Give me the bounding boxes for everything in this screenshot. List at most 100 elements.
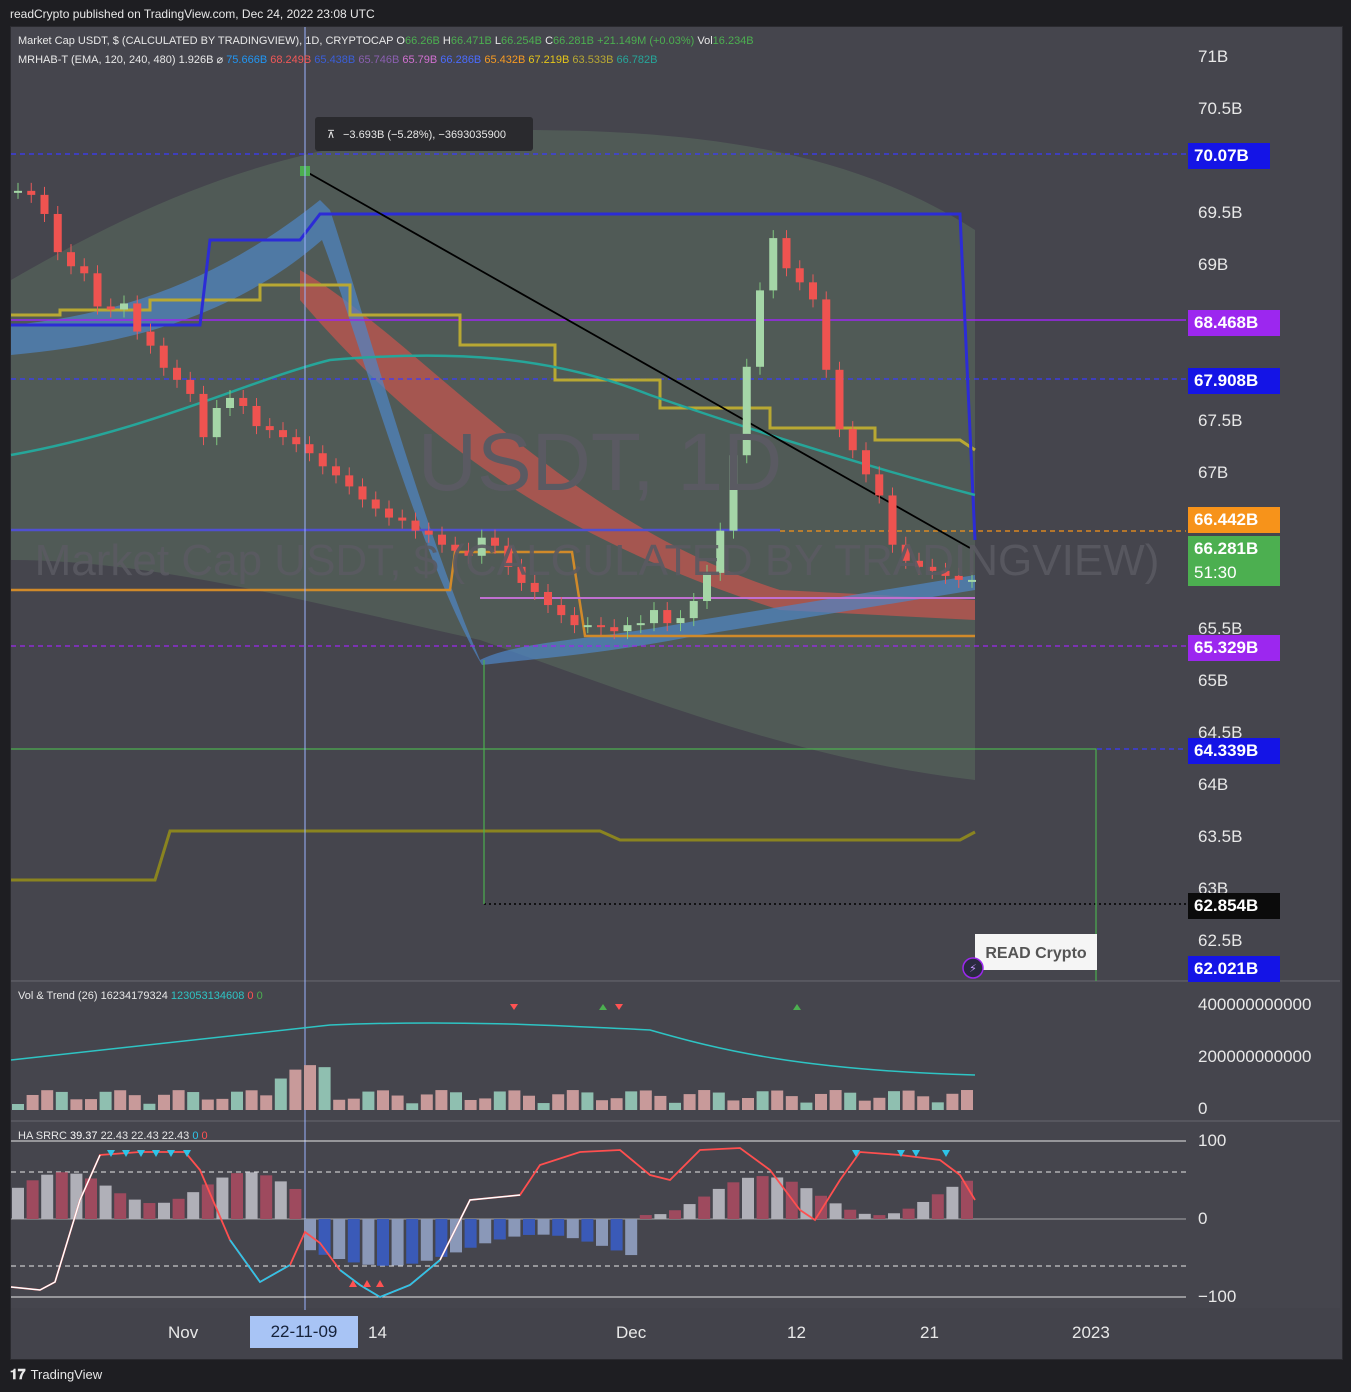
time-label-2023: 2023 (1072, 1323, 1110, 1342)
ha-bar (289, 1188, 302, 1219)
volume-bar (858, 1100, 871, 1110)
change-value: +21.149M (+0.03%) (597, 35, 695, 47)
volume-bar (41, 1090, 54, 1110)
candle (14, 190, 22, 193)
candle (848, 429, 857, 451)
ha-bar (858, 1213, 871, 1219)
volume-bar (712, 1092, 725, 1110)
candle (636, 623, 645, 626)
volume-bar (888, 1091, 900, 1110)
time-label-14: 14 (368, 1323, 387, 1342)
candle (120, 303, 128, 310)
ha-bar (610, 1219, 623, 1251)
ha-tick-100: 100 (1198, 1131, 1227, 1150)
ha-bar (406, 1219, 419, 1264)
ha-bar (537, 1219, 550, 1235)
ha-legend[interactable]: HA SRRC 39.37 22.43 22.43 22.43 0 0 (18, 1130, 208, 1142)
ha-bar (391, 1219, 404, 1266)
ha-bar (552, 1219, 565, 1236)
price-tick-4: 67.5B (1198, 411, 1243, 430)
volume-legend[interactable]: Vol & Trend (26) 16234179324 12305313460… (18, 990, 263, 1002)
volume-bar (216, 1098, 229, 1110)
volume-bar (435, 1090, 448, 1110)
candle (53, 213, 62, 253)
ha-bar (873, 1215, 886, 1219)
candle (875, 474, 884, 496)
volume-bar (961, 1090, 973, 1110)
candle (292, 437, 301, 445)
ha-v4: 22.43 (161, 1130, 190, 1142)
candle (67, 252, 75, 267)
vol-label: Vol (697, 35, 713, 47)
candle (265, 426, 274, 431)
price-tick-7: 65B (1198, 671, 1229, 690)
measure-tooltip-text: −3.693B (−5.28%), −3693035900 (343, 129, 506, 141)
volume-bar (639, 1090, 652, 1110)
volume-bar (362, 1091, 375, 1110)
volume-bar (406, 1103, 419, 1110)
candle (398, 517, 407, 521)
volume-bar (464, 1099, 477, 1110)
volume-v4: 0 (256, 990, 263, 1002)
time-label-21: 21 (920, 1323, 939, 1342)
price-tick-0: 71B (1198, 47, 1229, 66)
lightning-glyph: ⚡ (969, 962, 977, 975)
time-label-dec: Dec (616, 1323, 647, 1342)
price-tag-9: 62.021B (1188, 956, 1280, 982)
ha-bar (114, 1193, 127, 1219)
candle (756, 290, 764, 367)
ha-bar (464, 1219, 477, 1248)
volume-bar (128, 1095, 141, 1110)
ha-bar (347, 1219, 360, 1263)
volume-bar (625, 1091, 638, 1110)
ha-bar (698, 1196, 711, 1219)
price-tick-10: 63.5B (1198, 827, 1243, 846)
volume-bar (172, 1090, 185, 1110)
candle (27, 190, 36, 195)
candle (371, 499, 380, 509)
volume-bar (479, 1098, 492, 1110)
candle (795, 268, 804, 283)
volume-v3: 0 (247, 990, 254, 1002)
ha-bar (172, 1198, 185, 1219)
price-tick-5: 67B (1198, 463, 1229, 482)
time-label-nov: Nov (168, 1323, 199, 1342)
candle (610, 627, 619, 632)
ha-bar (26, 1180, 39, 1219)
volume-bar (143, 1103, 156, 1110)
indicator-value-1: 68.249B (267, 54, 312, 66)
volume-bar (946, 1093, 959, 1110)
candle (133, 303, 142, 332)
legend-line-1[interactable]: Market Cap USDT, $ (CALCULATED BY TRADIN… (18, 35, 754, 47)
ha-bar (829, 1203, 842, 1219)
volume-bar (274, 1078, 287, 1110)
volume-bar (99, 1091, 112, 1110)
volume-bar (260, 1095, 273, 1110)
volume-bar (742, 1098, 754, 1110)
indicator-name: MRHAB-T (EMA, 120, 240, 480) 1.926B ⌀ (18, 54, 224, 66)
candle (199, 393, 208, 438)
candle (557, 605, 566, 616)
open-value: 66.26B (404, 35, 440, 47)
ha-v3: 22.43 (131, 1130, 159, 1142)
footer-brand[interactable]: 𝟏𝟕 TradingView (10, 1366, 102, 1383)
legend-line-2[interactable]: MRHAB-T (EMA, 120, 240, 480) 1.926B ⌀ 75… (18, 53, 657, 66)
ha-bar (99, 1185, 112, 1219)
chart-canvas[interactable]: USDT, 1D Market Cap USDT, $ (CALCULATED … (0, 0, 1351, 1392)
volume-bar (552, 1094, 565, 1110)
ha-tick-0: 0 (1198, 1209, 1208, 1228)
indicator-value-3: 65.746B (355, 54, 400, 66)
candle (411, 520, 420, 531)
volume-bar (566, 1090, 579, 1110)
volume-v2: 123053134608 (170, 990, 245, 1002)
candle (769, 238, 778, 291)
candle (332, 466, 340, 476)
candle (318, 453, 327, 467)
candle (689, 601, 698, 619)
volume-bar (377, 1090, 389, 1110)
ha-bar (756, 1176, 769, 1219)
high-value: 66.471B (450, 35, 492, 47)
ha-bar (888, 1213, 900, 1219)
volume-bar (654, 1095, 667, 1110)
ha-bar (654, 1214, 667, 1219)
